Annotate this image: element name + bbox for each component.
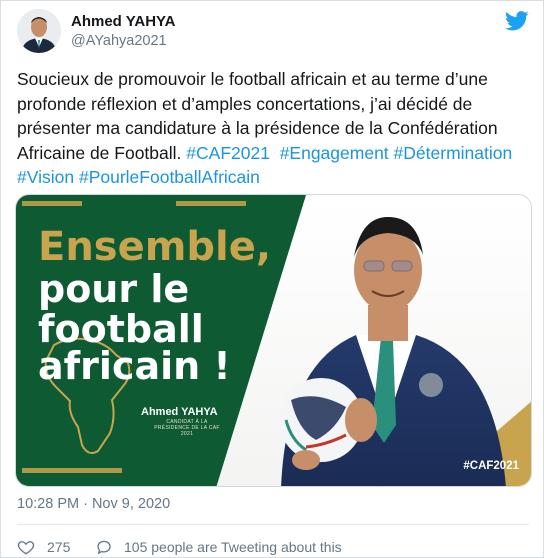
- tweet-header: Ahmed YAHYA @AYahya2021: [17, 9, 529, 57]
- hashtag-link[interactable]: #Engagement: [280, 143, 389, 163]
- poster-candidate-subtitle: CANDIDAT À LA PRÉSIDENCE DE LA CAF 2021: [154, 419, 220, 437]
- tweet-media-image[interactable]: Ensemble, pour le football africain ! Ah…: [15, 194, 532, 487]
- tweet-actions: 275 105 people are Tweeting about this: [17, 537, 529, 557]
- poster-headline: football: [38, 307, 204, 351]
- like-count[interactable]: 275: [47, 539, 70, 555]
- speech-bubble-icon[interactable]: [95, 538, 113, 556]
- poster-headline: Ensemble,: [38, 224, 272, 270]
- twitter-bird-icon[interactable]: [505, 11, 529, 31]
- poster-candidate-name: Ahmed YAHYA: [141, 406, 218, 418]
- avatar[interactable]: [17, 9, 61, 53]
- hashtag-link[interactable]: #Détermination: [394, 143, 513, 163]
- heart-icon[interactable]: [17, 538, 35, 556]
- tweet-timestamp[interactable]: 10:28 PM · Nov 9, 2020: [17, 496, 170, 512]
- tweet-card: Ahmed YAHYA @AYahya2021 Soucieux de prom…: [0, 0, 544, 558]
- user-handle[interactable]: @AYahya2021: [71, 33, 167, 49]
- poster-headline: africain !: [38, 344, 231, 388]
- hashtag-link[interactable]: #PourleFootballAfricain: [79, 167, 260, 187]
- people-tweeting-link[interactable]: 105 people are Tweeting about this: [124, 539, 342, 555]
- tweet-text: Soucieux de promouvoir le football afric…: [17, 67, 529, 190]
- poster-headline: pour le: [38, 267, 190, 311]
- poster-hashtag: #CAF2021: [463, 460, 519, 472]
- hashtag-link[interactable]: #CAF2021: [186, 143, 270, 163]
- hashtag-link[interactable]: #Vision: [17, 167, 74, 187]
- divider: [17, 524, 529, 525]
- user-name[interactable]: Ahmed YAHYA: [71, 13, 176, 30]
